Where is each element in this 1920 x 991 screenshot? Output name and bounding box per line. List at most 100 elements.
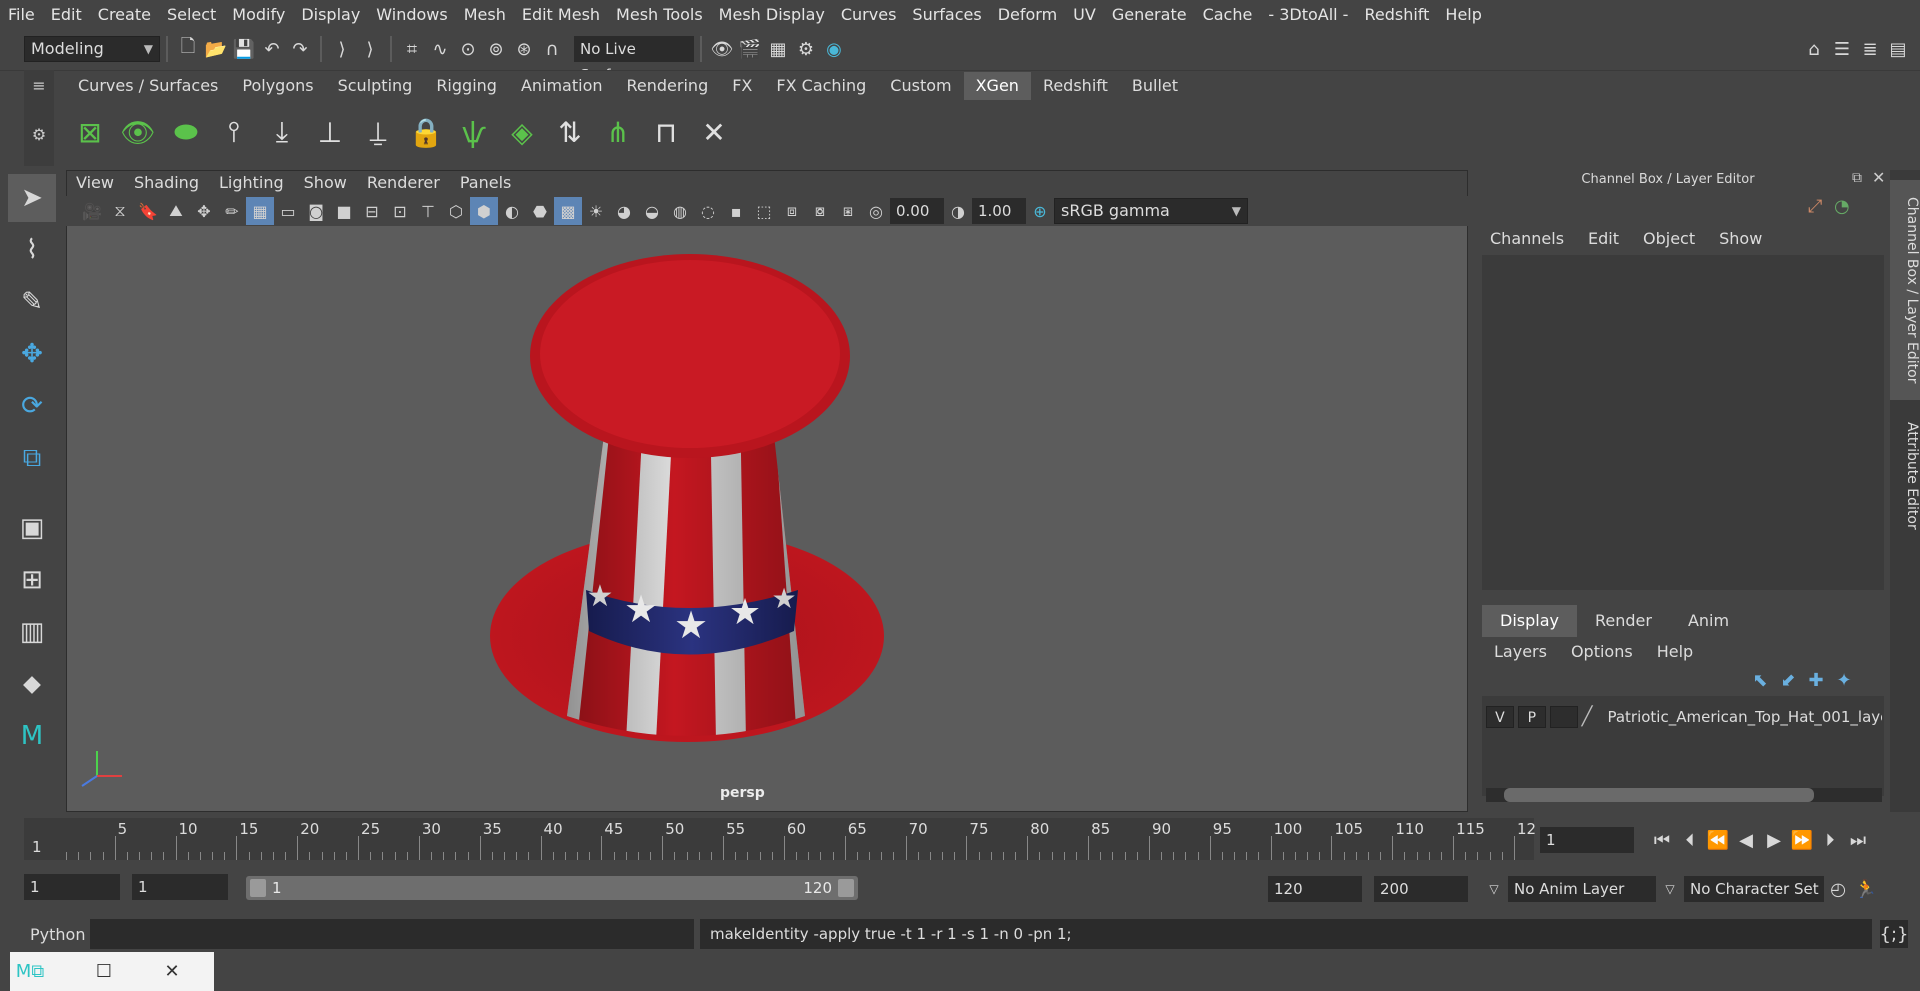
textured-icon[interactable]: ▩ — [554, 197, 582, 225]
tab-curves-surfaces[interactable]: Curves / Surfaces — [66, 72, 230, 100]
open-scene-icon[interactable]: 📂 — [202, 35, 230, 63]
snap-point-icon[interactable]: ⊙ — [454, 35, 482, 63]
live-surface-field[interactable]: No Live Surface — [574, 36, 694, 84]
panel-menu-renderer[interactable]: Renderer — [357, 170, 450, 196]
menu-deform[interactable]: Deform — [990, 0, 1065, 30]
script-editor-icon[interactable]: {;} — [1880, 920, 1908, 948]
select-tool-icon[interactable]: ➤ — [8, 174, 56, 222]
magnet-icon[interactable]: ∩ — [538, 35, 566, 63]
le-menu-options[interactable]: Options — [1559, 638, 1645, 666]
anti-alias-icon[interactable]: ◌ — [694, 197, 722, 225]
ipr-icon[interactable]: ▦ — [764, 35, 792, 63]
move-tool-icon[interactable]: ✥ — [8, 330, 56, 378]
lights-icon[interactable]: ☀ — [582, 197, 610, 225]
render-frame-icon[interactable]: 🎬 — [736, 35, 764, 63]
go-to-start-icon[interactable]: ⏮ — [1648, 826, 1676, 854]
side-tab-channel-box[interactable]: Channel Box / Layer Editor — [1890, 180, 1920, 400]
tab-fx[interactable]: FX — [720, 72, 764, 100]
menu-curves[interactable]: Curves — [833, 0, 905, 30]
range-start-handle[interactable] — [250, 879, 266, 897]
end-time-field[interactable]: 200 — [1374, 876, 1468, 902]
xgen-cut-icon[interactable]: ⊓ — [642, 108, 690, 156]
move-layer-up-icon[interactable]: ⬉ — [1746, 666, 1774, 694]
color-space-dropdown[interactable]: sRGB gamma ▼ — [1054, 198, 1248, 224]
xgen-add-guide-icon[interactable]: ⫯ — [210, 108, 258, 156]
new-layer-icon[interactable]: ✚ — [1802, 666, 1830, 694]
image-plane-icon[interactable]: ⛰ — [162, 197, 190, 225]
redo-icon[interactable]: ↷ — [286, 35, 314, 63]
camera-attr-icon[interactable]: ⧖ — [106, 197, 134, 225]
layer-name[interactable]: Patriotic_American_Top_Hat_001_laye — [1607, 708, 1882, 726]
scale-tool-icon[interactable]: ⧉ — [8, 434, 56, 482]
tab-animation[interactable]: Animation — [509, 72, 615, 100]
le-menu-help[interactable]: Help — [1645, 638, 1705, 666]
new-scene-icon[interactable]: 🗋 — [174, 35, 202, 63]
smooth-shade-icon[interactable]: ⬢ — [470, 197, 498, 225]
scrollbar-thumb[interactable] — [1504, 788, 1814, 802]
2d-pan-icon[interactable]: ✥ — [190, 197, 218, 225]
xgen-preview-icon[interactable]: 👁 — [114, 108, 162, 156]
layer-type-toggle[interactable] — [1549, 706, 1578, 728]
grid-icon[interactable]: ▦ — [246, 197, 274, 225]
tab-render[interactable]: Render — [1577, 605, 1670, 637]
go-to-end-icon[interactable]: ⏭ — [1844, 826, 1872, 854]
tab-rigging[interactable]: Rigging — [424, 72, 509, 100]
side-tab-attribute-editor[interactable]: Attribute Editor — [1890, 406, 1920, 546]
grease-pencil-icon[interactable]: ✏ — [218, 197, 246, 225]
motion-blur-icon[interactable]: ◍ — [666, 197, 694, 225]
gear-icon[interactable]: ⚙ — [24, 125, 54, 144]
playback-end-field[interactable]: 120 — [1268, 876, 1362, 902]
close-icon[interactable]: ✕ — [1872, 168, 1885, 187]
command-language[interactable]: Python — [30, 925, 90, 944]
layer-visibility-toggle[interactable]: V — [1486, 706, 1514, 728]
xgen-delete-icon[interactable]: ✕ — [690, 108, 738, 156]
menu-edit[interactable]: Edit — [43, 0, 90, 30]
xgen-editor-icon[interactable]: ⊠ — [66, 108, 114, 156]
step-forward-icon[interactable]: ⏵ — [1816, 826, 1844, 854]
outliner-icon[interactable]: ☰ — [1828, 35, 1856, 63]
film-gate-icon[interactable]: ▭ — [274, 197, 302, 225]
panel-menu-show[interactable]: Show — [294, 170, 357, 196]
cb-menu-channels[interactable]: Channels — [1478, 226, 1576, 252]
hypershade-icon[interactable]: ◉ — [820, 35, 848, 63]
isolate-icon[interactable]: ⬚ — [750, 197, 778, 225]
xgen-grass-icon[interactable]: ѱ — [450, 108, 498, 156]
menu-3dtoall[interactable]: - 3DtoAll - — [1260, 0, 1356, 30]
safe-action-icon[interactable]: ⊡ — [386, 197, 414, 225]
xgen-sculpt-icon[interactable]: ⋔ — [594, 108, 642, 156]
exposure-field[interactable]: 0.00 — [890, 198, 944, 224]
render-view-icon[interactable]: 👁 — [708, 35, 736, 63]
play-backward-icon[interactable]: ◀ — [1732, 826, 1760, 854]
range-slider[interactable]: 1 120 — [246, 876, 858, 900]
menu-select[interactable]: Select — [159, 0, 224, 30]
start-time-field[interactable]: 1 — [24, 874, 120, 900]
time-slider[interactable]: 1 5 10 15 20 25 30 35 40 45 50 55 60 65 70 75 80 85 90 95 1… — [24, 818, 1536, 860]
gate-mask-icon[interactable]: ■ — [330, 197, 358, 225]
xgen-lock-icon[interactable]: 🔒 — [402, 108, 450, 156]
menu-cache[interactable]: Cache — [1195, 0, 1261, 30]
xgen-sculpt-guide-icon[interactable]: ⊥ — [306, 108, 354, 156]
snap-grid-icon[interactable]: ⌗ — [398, 35, 426, 63]
layer-scrollbar[interactable] — [1486, 788, 1882, 802]
command-input[interactable] — [90, 919, 694, 949]
gamma-icon[interactable]: ◑ — [944, 197, 972, 225]
float-icon[interactable]: ⧉ — [1852, 170, 1862, 186]
new-layer-selected-icon[interactable]: ✦ — [1830, 666, 1858, 694]
workspace-icon[interactable]: ⌂ — [1800, 35, 1828, 63]
current-frame-field[interactable]: 1 — [1540, 827, 1634, 853]
chevron-down-icon[interactable]: ▽ — [1656, 875, 1684, 903]
panel-menu-panels[interactable]: Panels — [450, 170, 522, 196]
rotate-tool-icon[interactable]: ⟳ — [8, 382, 56, 430]
attribute-icon[interactable]: ≣ — [1856, 35, 1884, 63]
bookmark-icon[interactable]: 🔖 — [134, 197, 162, 225]
menu-create[interactable]: Create — [90, 0, 159, 30]
lasso-tool-icon[interactable]: ⌇ — [8, 226, 56, 274]
layer-row[interactable]: V P ╱ Patriotic_American_Top_Hat_001_lay… — [1486, 702, 1882, 732]
move-layer-down-icon[interactable]: ⬋ — [1774, 666, 1802, 694]
tab-rendering[interactable]: Rendering — [615, 72, 721, 100]
cb-menu-edit[interactable]: Edit — [1576, 226, 1631, 252]
tab-display[interactable]: Display — [1482, 605, 1577, 637]
xgen-clear-icon[interactable]: ⬬ — [162, 108, 210, 156]
layer-playback-toggle[interactable]: P — [1517, 706, 1546, 728]
tab-anim[interactable]: Anim — [1670, 605, 1747, 637]
